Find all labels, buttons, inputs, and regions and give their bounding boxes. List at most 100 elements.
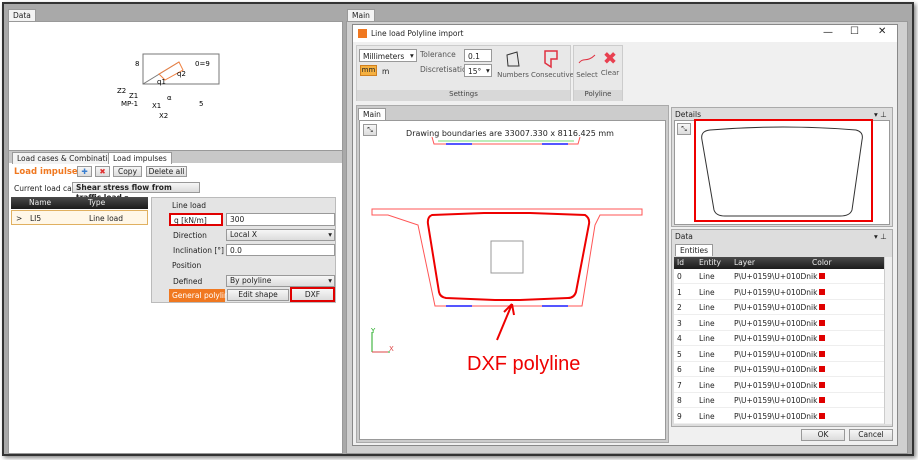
drawing-canvas[interactable]: ⤡ Drawing boundaries are 33007.330 x 811…	[359, 120, 666, 440]
clear-button[interactable]: ✖ Clear	[599, 49, 621, 83]
discretisation-select[interactable]: 15° ▾	[464, 64, 492, 77]
edit-shape-button[interactable]: Edit shape	[227, 289, 289, 301]
entity-row[interactable]: 1 Line P\U+0159\U+010Dnik	[674, 285, 884, 300]
pin-icon[interactable]: ▾ ⊥	[874, 232, 887, 241]
q-input[interactable]: 300	[226, 213, 335, 226]
load-diagram: 8 0=9 q1 q2 Z2 Z1 MP-1 X1 X2 5 α	[117, 53, 220, 120]
entity-row[interactable]: 7 Line P\U+0159\U+010Dnik	[674, 378, 884, 393]
entity-type: Line	[699, 380, 715, 390]
entity-id: 0	[677, 272, 682, 281]
property-grid: Line load q [kN/m] 300 Direction Local X…	[151, 197, 336, 303]
entity-color-swatch	[819, 350, 825, 357]
settings-group-label: Settings	[357, 90, 570, 101]
tab-main[interactable]: Main	[347, 9, 375, 21]
entity-row[interactable]: 5 Line P\U+0159\U+010Dnik	[674, 347, 884, 362]
select-button[interactable]: Select	[576, 49, 598, 83]
inclination-input[interactable]: 0.0	[226, 244, 335, 256]
entity-type: Line	[699, 287, 715, 297]
diagram-label-z1: Z1	[129, 92, 138, 100]
units-select[interactable]: Millimeters ▾	[359, 49, 417, 62]
entity-color-swatch	[819, 304, 825, 310]
inclination-value: 0.0	[230, 246, 242, 255]
dxf-button[interactable]: DXF	[290, 287, 335, 302]
col-color[interactable]: Color	[812, 258, 832, 267]
clear-x-icon: ✖	[602, 49, 618, 69]
entities-scrollbar[interactable]	[884, 257, 892, 424]
tab-drawing-main[interactable]: Main	[358, 108, 386, 120]
q-value: 300	[230, 215, 245, 224]
entity-row[interactable]: 4 Line P\U+0159\U+010Dnik	[674, 331, 884, 346]
entity-id: 8	[677, 396, 682, 405]
load-case-select[interactable]: Shear stress flow from traffic load ▾	[72, 182, 200, 202]
entity-row[interactable]: 9 Line P\U+0159\U+010Dnik	[674, 409, 884, 424]
entity-type: Line	[699, 318, 715, 328]
col-name[interactable]: Name	[29, 198, 51, 207]
entity-id: 1	[677, 287, 682, 297]
section-position[interactable]: Position	[172, 261, 201, 270]
diagram-label-alpha: α	[167, 94, 172, 102]
pin-icon[interactable]: ▾ ⊥	[874, 110, 887, 119]
details-preview: ⤡	[674, 120, 890, 225]
row-marker: >	[16, 214, 23, 223]
direction-label: Direction	[173, 231, 207, 240]
ok-button[interactable]: OK	[801, 429, 845, 441]
section-line-load[interactable]: Line load	[172, 201, 206, 210]
direction-select[interactable]: Local X ▾	[226, 229, 335, 241]
entity-layer: P\U+0159\U+010Dnik	[734, 334, 818, 343]
cancel-button[interactable]: Cancel	[849, 429, 893, 441]
entity-type: Line	[699, 303, 715, 312]
col-id[interactable]: Id	[677, 258, 684, 267]
copy-button[interactable]: Copy	[113, 166, 142, 177]
entity-row[interactable]: 2 Line P\U+0159\U+010Dnik	[674, 300, 884, 315]
tolerance-input[interactable]: 0.1	[464, 49, 492, 62]
impulse-table-header: Name Type	[11, 197, 148, 209]
tolerance-value: 0.1	[468, 52, 480, 61]
settings-group: Millimeters ▾ mm m Tolerance 0.1 Discreti…	[356, 45, 574, 101]
col-layer[interactable]: Layer	[734, 258, 755, 267]
consecutive-label: Consecutive	[531, 71, 574, 79]
numbers-label: Numbers	[497, 71, 529, 79]
select-polyline-icon	[578, 54, 596, 64]
entity-row[interactable]: 3 Line P\U+0159\U+010Dnik	[674, 316, 884, 331]
entity-color-swatch	[819, 273, 825, 279]
entity-color-swatch	[819, 335, 825, 341]
diagram-label-5: 5	[199, 100, 203, 108]
entity-layer: P\U+0159\U+010Dnik	[734, 396, 818, 405]
maximize-icon[interactable]: ☐	[850, 26, 859, 37]
dialog-title: Line load Polyline import	[371, 29, 464, 38]
load-case-label: Current load case	[14, 184, 81, 193]
defined-select[interactable]: By polyline ▾	[226, 275, 335, 287]
numbers-icon	[506, 51, 520, 67]
consecutive-button[interactable]: Consecutive	[531, 49, 574, 83]
entity-row[interactable]: 0 Line P\U+0159\U+010Dnik	[674, 269, 884, 284]
delete-button[interactable]: ✖	[95, 166, 110, 177]
col-type[interactable]: Type	[88, 198, 105, 207]
entity-layer: P\U+0159\U+010Dnik	[734, 349, 818, 359]
entity-id: 2	[677, 303, 682, 312]
col-entity[interactable]: Entity	[699, 258, 721, 267]
row-name: LI5	[30, 214, 42, 223]
diagram-label-z2: Z2	[117, 87, 126, 95]
zoom-extents-icon[interactable]: ⤡	[677, 123, 691, 135]
entity-row[interactable]: 6 Line P\U+0159\U+010Dnik	[674, 362, 884, 377]
minimize-icon[interactable]: —	[823, 27, 833, 38]
tolerance-label: Tolerance	[420, 50, 456, 59]
numbers-button[interactable]: Numbers	[495, 49, 531, 83]
diagram-label-q2: q2	[177, 70, 186, 78]
polyline-group-label: Polyline	[574, 90, 622, 101]
entity-row[interactable]: 8 Line P\U+0159\U+010Dnik	[674, 393, 884, 408]
entity-id: 4	[677, 334, 682, 343]
delete-all-button[interactable]: Delete all	[146, 166, 187, 177]
unit-m-toggle[interactable]: m	[382, 67, 389, 76]
table-row[interactable]: > LI5 Line load	[11, 210, 148, 225]
add-button[interactable]: ✚	[77, 166, 92, 177]
tab-entities[interactable]: Entities	[675, 244, 714, 256]
unit-mm-toggle[interactable]: mm	[360, 65, 377, 76]
drawing-boundaries-text: Drawing boundaries are 33007.330 x 8116.…	[406, 129, 614, 138]
diagram-label-0-9: 0=9	[195, 60, 210, 68]
tab-data[interactable]: Data	[8, 9, 36, 21]
app-icon	[358, 29, 367, 38]
close-icon[interactable]: ✕	[878, 26, 886, 37]
tab-load-impulses[interactable]: Load impulses	[108, 152, 172, 164]
title-bar: Line load Polyline import — ☐ ✕	[353, 25, 897, 42]
